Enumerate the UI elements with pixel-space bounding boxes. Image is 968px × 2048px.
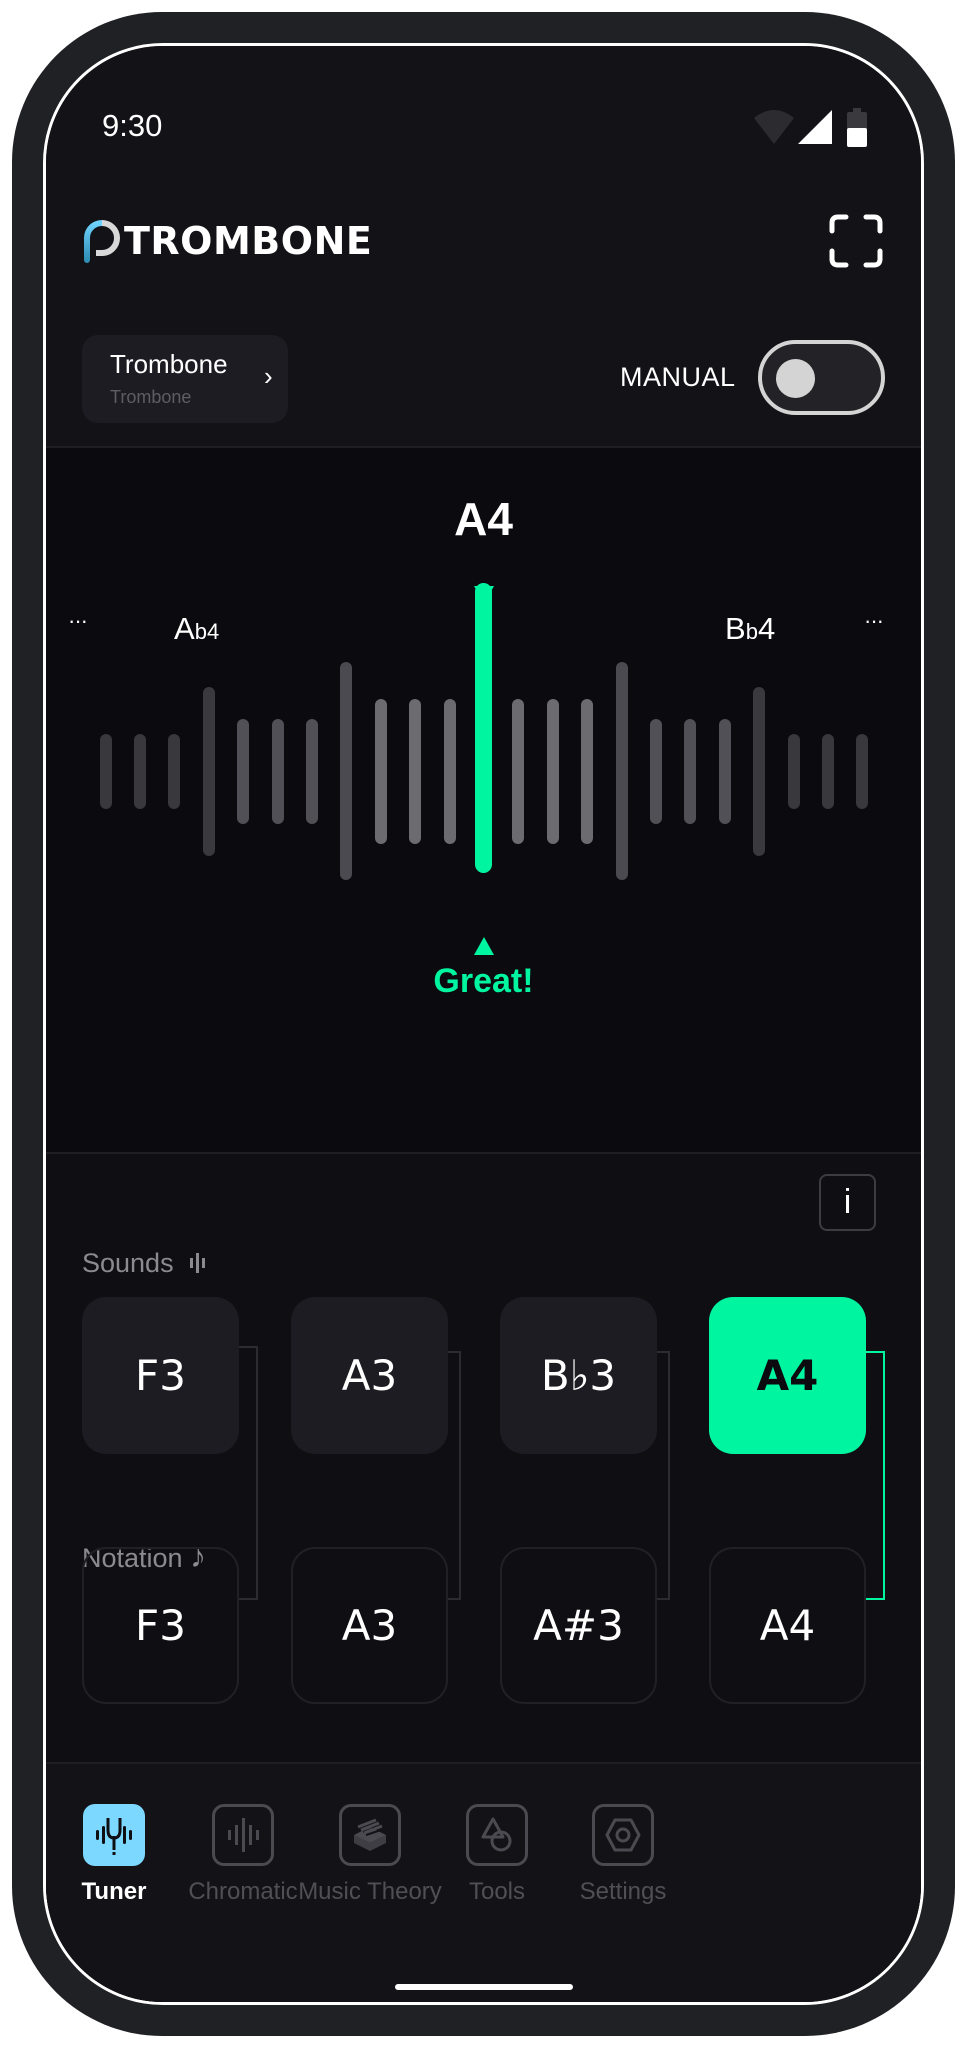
more-notes-right: ··· [864,608,884,633]
tuner-scale-bar [409,698,422,844]
battery-half-icon [847,108,867,147]
left-note: Ab4 [174,611,219,647]
nav-item-settings[interactable]: Settings [543,1804,703,1906]
sound-tile[interactable]: A3 [291,1297,448,1454]
tuner-scale-bar [306,718,318,824]
tuner-scale-bar [237,718,250,824]
tuner-scale-bar [615,662,628,880]
chevron-right-icon: › [264,361,273,391]
tuner-scale-bar [822,733,834,809]
tuner-scale-bar [684,718,697,824]
tuner-display: A4 ··· Ab4 Bb4 ··· Great! [46,448,921,1154]
manual-label: MANUAL [620,362,736,392]
instrument-selector[interactable]: Trombone Trombone › [82,335,288,423]
pitch-indicator-bar [475,583,492,873]
tuner-scale-bar [512,698,525,844]
right-note: Bb4 [725,611,775,647]
sounds-label: Sounds [82,1248,207,1279]
right-note-accidental: b [745,619,758,644]
cellular-signal-icon [798,110,832,144]
manual-toggle[interactable] [758,340,885,415]
wifi-off-icon [754,110,794,144]
right-note-octave: 4 [757,611,776,646]
tuner-scale-bar [99,733,112,809]
tuner-scale-bar [581,698,594,844]
more-notes-left: ··· [68,608,88,633]
mapping-bracket [239,1346,258,1600]
sounds-label-text: Sounds [82,1248,174,1278]
app-name: TROMBONE [124,219,373,263]
tuner-scale-bar [650,718,662,824]
tuner-scale-bar [443,698,456,844]
tuner-scale-bar [753,686,766,856]
book-stack-icon [339,1804,401,1866]
left-note-octave: 4 [206,619,220,644]
notation-tile[interactable]: A3 [291,1547,448,1704]
tuner-scale-bar [856,733,869,809]
sound-tile[interactable]: F3 [82,1297,239,1454]
left-note-letter: A [174,611,195,646]
toggle-knob [776,359,815,398]
tuner-scale-bar [340,662,353,880]
tuner-scale-bar [787,733,800,809]
mapping-bracket [657,1351,670,1600]
waveform-icon [212,1804,274,1866]
sound-wave-icon [190,1253,206,1273]
screen: 9:30 TROMBONE Trombone Trombone › MANUAL… [46,46,921,2002]
nav-label: Settings [579,1878,667,1905]
fullscreen-icon [829,214,883,268]
notation-tile[interactable]: F3 [82,1547,239,1704]
tuner-scale-bar [718,718,731,824]
pointer-up-icon [474,937,494,955]
left-note-accidental: b [194,619,207,644]
home-indicator[interactable] [395,1984,573,1990]
sound-tile-active[interactable]: A4 [709,1297,866,1454]
tuning-fork-icon [83,1804,145,1866]
target-note: A4 [454,493,513,545]
trombone-logo-icon [84,220,120,263]
sound-tile[interactable]: B♭3 [500,1297,657,1454]
info-button[interactable]: i [819,1174,876,1231]
app-logo: TROMBONE [82,218,372,264]
mapping-bracket [448,1351,461,1600]
tuner-scale-bar [271,718,284,824]
mapping-bracket-active [866,1351,885,1600]
tuner-scale-bar [168,733,181,809]
bottom-navigation: Tuner Chromatic Music Theory Tools Setti… [46,1762,921,2002]
shapes-icon [466,1804,528,1866]
tuner-scale-bar [546,698,559,844]
status-time: 9:30 [102,108,163,143]
right-note-letter: B [725,611,746,646]
tuner-scale-bar [134,733,146,809]
fullscreen-button[interactable] [828,213,884,269]
tuner-scale-bar [374,698,387,844]
tuning-feedback: Great! [433,962,534,1000]
tuner-scale-bar [202,686,215,856]
gear-hexagon-icon [592,1804,654,1866]
instrument-title: Trombone [110,349,228,379]
notation-tile[interactable]: A#3 [500,1547,657,1704]
instrument-subtitle: Trombone [110,387,192,407]
notation-tile[interactable]: A4 [709,1547,866,1704]
note-mapping-panel: i Sounds Notation ♪ F3 A3 B♭3 A4 F3 A3 A… [46,1154,921,1806]
